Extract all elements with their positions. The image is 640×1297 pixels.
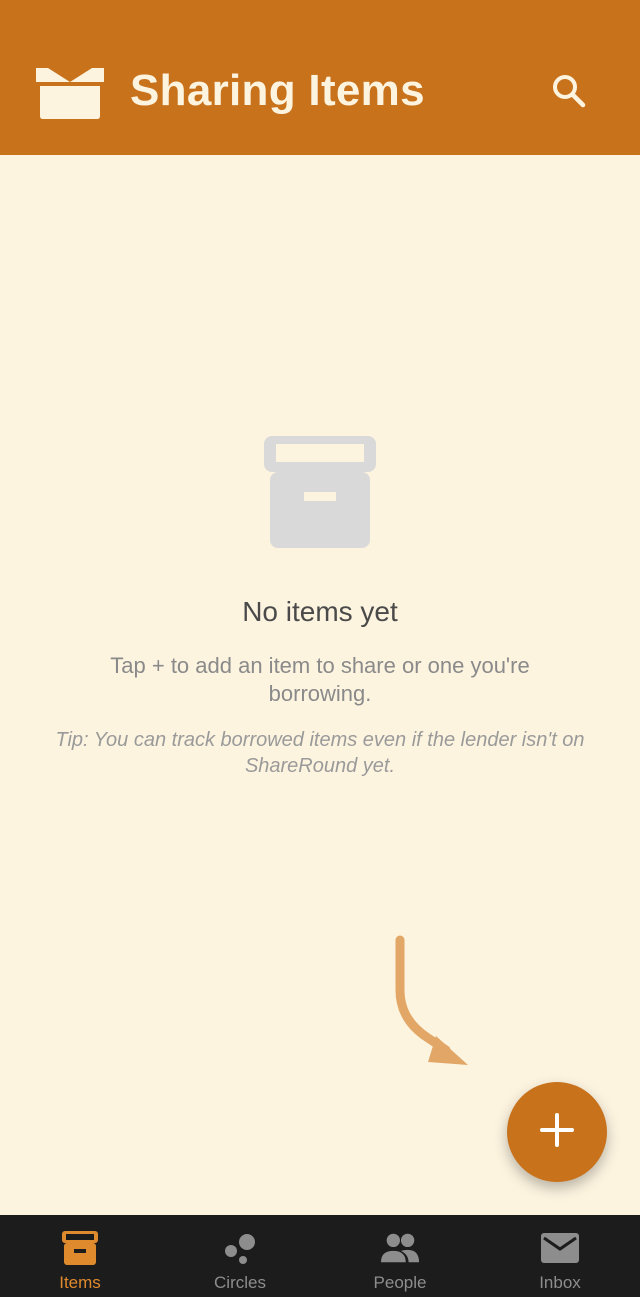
nav-label-circles: Circles: [214, 1273, 266, 1292]
nav-item-inbox[interactable]: Inbox: [480, 1215, 640, 1297]
mail-icon: [540, 1229, 580, 1267]
app-bar: Sharing Items: [0, 0, 640, 155]
circles-icon: [220, 1229, 260, 1267]
plus-icon: [539, 1112, 575, 1153]
open-box-icon: [34, 64, 106, 120]
nav-label-items: Items: [59, 1273, 101, 1292]
archive-box-icon: [60, 1229, 100, 1267]
nav-item-items[interactable]: Items: [0, 1215, 160, 1297]
empty-state-description: Tap + to add an item to share or one you…: [110, 653, 530, 706]
archive-box-icon: [264, 436, 376, 548]
app-screen: Sharing Items No items yet Tap + to add …: [0, 0, 640, 1297]
people-icon: [380, 1229, 420, 1267]
empty-state-title: No items yet: [242, 596, 398, 627]
arrow-hint-icon: [380, 930, 480, 1075]
page-title: Sharing Items: [130, 66, 425, 115]
bottom-navigation: Items Circles People Inbox: [0, 1215, 640, 1297]
nav-item-circles[interactable]: Circles: [160, 1215, 320, 1297]
nav-label-people: People: [373, 1273, 427, 1292]
add-item-button[interactable]: [507, 1082, 607, 1182]
nav-item-people[interactable]: People: [320, 1215, 480, 1297]
search-button[interactable]: [546, 70, 592, 116]
nav-label-inbox: Inbox: [539, 1273, 581, 1292]
search-icon: [551, 73, 587, 114]
empty-state-tip: Tip: You can track borrowed items even i…: [55, 729, 585, 777]
